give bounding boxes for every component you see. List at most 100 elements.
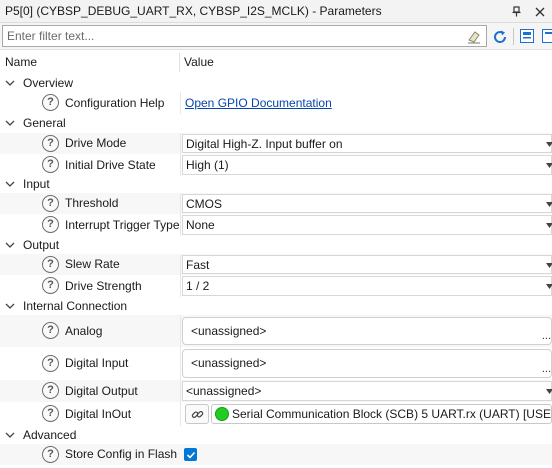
help-icon[interactable]: ? [42,382,59,399]
chevron-down-icon [546,163,552,168]
slew-rate-dropdown[interactable]: Fast [182,255,552,274]
title-bar: P5[0] (CYBSP_DEBUG_UART_RX, CYBSP_I2S_MC… [0,0,552,23]
help-icon[interactable]: ? [42,135,59,152]
category-label: General [23,116,66,130]
chevron-down-icon [546,263,552,268]
more-options-button[interactable]: ... [542,363,551,375]
value-column-header[interactable]: Value [180,53,214,72]
category-label: Overview [23,76,74,90]
category-label: Internal Connection [23,299,128,313]
help-icon[interactable]: ? [42,446,59,463]
property-row-threshold: ? Threshold CMOS [0,193,552,214]
connection-value: Serial Communication Block (SCB) 5 UART.… [232,407,552,421]
category-label: Input [23,177,50,191]
assignment-value: <unassigned> [191,324,267,338]
property-row-digital-inout: ? Digital InOut Serial Communication Blo… [0,402,552,426]
property-row-initial-drive-state: ? Initial Drive State High (1) [0,154,552,176]
category-overview[interactable]: Overview [0,73,552,93]
property-row-interrupt-trigger-type: ? Interrupt Trigger Type None [0,214,552,236]
digital-input-assignment-box[interactable]: <unassigned> ... [182,349,552,378]
help-icon[interactable]: ? [42,256,59,273]
refresh-icon[interactable] [490,27,510,47]
property-label: Drive Mode [65,136,127,150]
property-label: Interrupt Trigger Type [65,218,180,232]
store-config-checkbox[interactable] [184,448,197,461]
category-output[interactable]: Output [0,235,552,255]
category-general[interactable]: General [0,113,552,133]
property-row-drive-strength: ? Drive Strength 1 / 2 [0,275,552,297]
gpio-documentation-link[interactable]: Open GPIO Documentation [185,92,332,114]
property-label: Drive Strength [65,279,142,293]
dropdown-value: CMOS [186,197,222,211]
chevron-down-icon [546,223,552,228]
property-label: Initial Drive State [65,158,156,172]
dropdown-value: <unassigned> [186,384,262,398]
name-column-header[interactable]: Name [0,53,180,72]
checkmark-icon [186,451,195,459]
window-title: P5[0] (CYBSP_DEBUG_UART_RX, CYBSP_I2S_MC… [5,4,382,18]
property-label: Configuration Help [65,96,165,110]
help-icon[interactable]: ? [42,156,59,173]
chevron-down-icon[interactable] [5,301,15,311]
help-icon[interactable]: ? [42,195,59,212]
toolbar-separator [513,28,514,45]
close-icon[interactable] [528,0,552,23]
chevron-down-icon[interactable] [5,430,15,440]
category-label: Advanced [23,428,77,442]
initial-drive-state-dropdown[interactable]: High (1) [182,155,552,175]
property-row-drive-mode: ? Drive Mode Digital High-Z. Input buffe… [0,133,552,154]
dropdown-value: Digital High-Z. Input buffer on [186,137,343,151]
eraser-icon[interactable] [466,29,482,45]
interrupt-trigger-dropdown[interactable]: None [182,215,552,235]
property-label: Analog [65,324,103,338]
property-row-digital-input: ? Digital Input <unassigned> ... [0,347,552,380]
category-advanced[interactable]: Advanced [0,425,552,445]
filter-toolbar [0,23,552,50]
property-row-store-config-in-flash: ? Store Config in Flash [0,444,552,465]
property-row-configuration-help: ? Configuration Help Open GPIO Documenta… [0,92,552,114]
property-label: Threshold [65,196,119,210]
threshold-dropdown[interactable]: CMOS [182,194,552,213]
help-icon[interactable]: ? [42,322,59,339]
link-button[interactable] [185,404,209,424]
filter-input[interactable] [2,25,487,47]
chevron-down-icon [546,284,552,289]
help-icon[interactable]: ? [42,405,59,422]
property-label: Store Config in Flash [65,447,178,461]
dropdown-value: 1 / 2 [186,279,210,293]
help-icon[interactable]: ? [42,277,59,294]
dropdown-value: None [186,218,215,232]
chevron-down-icon[interactable] [5,240,15,250]
chevron-down-icon[interactable] [5,179,15,189]
chevron-down-icon [546,202,552,207]
green-status-dot [215,407,229,421]
property-row-slew-rate: ? Slew Rate Fast [0,254,552,275]
drive-strength-dropdown[interactable]: 1 / 2 [182,276,552,296]
dropdown-value: High (1) [186,158,229,172]
more-options-button[interactable]: ... [542,330,551,342]
digital-inout-connection-dropdown[interactable]: Serial Communication Block (SCB) 5 UART.… [211,404,552,424]
help-icon[interactable]: ? [42,94,59,111]
category-internal-connection[interactable]: Internal Connection [0,296,552,316]
analog-assignment-box[interactable]: <unassigned> ... [182,317,552,345]
drive-mode-dropdown[interactable]: Digital High-Z. Input buffer on [182,134,552,153]
chevron-down-icon[interactable] [5,78,15,88]
property-row-digital-output: ? Digital Output <unassigned> [0,380,552,402]
assignment-value: <unassigned> [191,356,267,370]
help-icon[interactable]: ? [42,355,59,372]
category-input[interactable]: Input [0,174,552,194]
property-label: Slew Rate [65,257,120,271]
link-icon [191,410,203,418]
collapse-all-icon[interactable] [519,28,535,44]
column-header: Name Value [0,53,552,72]
chevron-down-icon[interactable] [5,118,15,128]
property-label: Digital Input [65,356,129,370]
help-icon[interactable]: ? [42,216,59,233]
property-row-analog: ? Analog <unassigned> ... [0,315,552,347]
pin-icon[interactable] [504,0,528,23]
dropdown-value: Fast [186,258,210,272]
expand-all-icon[interactable] [541,28,552,44]
category-label: Output [23,238,60,252]
property-label: Digital InOut [65,407,132,421]
digital-output-dropdown[interactable]: <unassigned> [182,381,552,401]
